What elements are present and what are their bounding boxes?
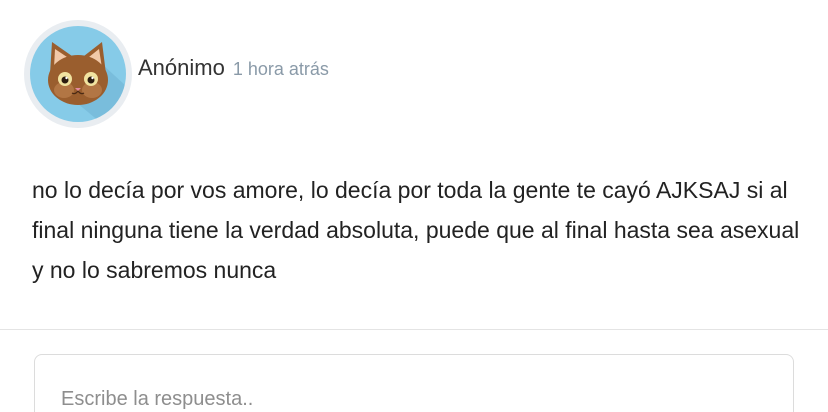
post-timestamp: 1 hora atrás [232, 59, 329, 79]
cat-face-icon [48, 42, 126, 122]
comment-card: Anónimo 1 hora atrás no lo decía por vos… [0, 0, 828, 412]
comment-body: no lo decía por vos amore, lo decía por … [32, 177, 800, 283]
avatar[interactable] [24, 20, 132, 128]
divider [0, 329, 828, 330]
author-name[interactable]: Anónimo [138, 57, 225, 79]
comment-header: Anónimo 1 hora atrás [24, 20, 329, 128]
avatar-image [30, 26, 126, 122]
reply-input[interactable] [34, 354, 794, 412]
